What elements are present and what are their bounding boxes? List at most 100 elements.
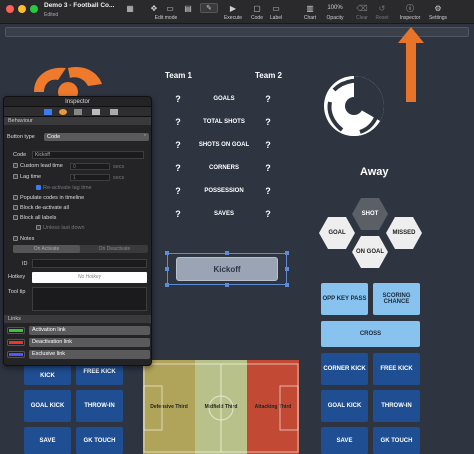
inspector-panel[interactable]: Inspector Behaviour Button type Code Cod…: [3, 96, 152, 366]
resize-handle[interactable]: [285, 267, 289, 271]
on-activate-tab[interactable]: On Activate: [13, 245, 80, 253]
cross-button[interactable]: CROSS: [321, 321, 420, 347]
resize-handle[interactable]: [225, 283, 229, 287]
gear-icon[interactable]: ⚙: [432, 4, 444, 13]
reactivate-lag-checkbox[interactable]: Re-activate lag time: [36, 185, 92, 191]
opacity-label: Opacity: [326, 15, 344, 21]
shot-label: SHOT: [361, 211, 379, 217]
id-label: ID: [22, 261, 28, 267]
id-input[interactable]: [32, 259, 147, 268]
resize-handle[interactable]: [225, 251, 229, 255]
block-deactivate-checkbox[interactable]: Block de-activate all: [13, 205, 69, 211]
label-toolbar-label: Label: [269, 15, 283, 21]
code-name-input[interactable]: Kickoff: [32, 151, 144, 159]
lag-time-checkbox[interactable]: Lag time: [13, 174, 41, 180]
team1-corners-value[interactable]: ?: [173, 163, 183, 173]
tab-grid-icon[interactable]: [74, 109, 82, 115]
stat-shots-on-goal: SHOTS ON GOAL: [198, 142, 250, 148]
resize-handle[interactable]: [285, 251, 289, 255]
chart-icon[interactable]: ▥: [304, 4, 316, 13]
exclusive-link-select[interactable]: Exclusive link: [29, 350, 150, 359]
team2-saves-value[interactable]: ?: [263, 209, 273, 219]
lag-time-input[interactable]: 1: [70, 174, 110, 181]
populate-codes-checkbox[interactable]: Populate codes in timeline: [13, 195, 84, 201]
corner-kick-button[interactable]: CORNER KICK: [321, 353, 368, 385]
code-icon[interactable]: ▢: [251, 4, 263, 13]
resize-handle[interactable]: [165, 283, 169, 287]
move-icon[interactable]: ✥: [148, 4, 160, 13]
tab-appearance-icon[interactable]: [59, 109, 67, 115]
on-deactivate-tab[interactable]: On Deactivate: [81, 245, 148, 253]
left-gk-touch-label: GK TOUCH: [83, 437, 116, 444]
team1-possession-value[interactable]: ?: [173, 186, 183, 196]
pen-tool-button[interactable]: ✎: [200, 3, 218, 13]
corner-kick-label: CORNER KICK: [323, 366, 366, 372]
label-icon[interactable]: ▭: [270, 4, 282, 13]
grid-icon[interactable]: ▦: [124, 4, 136, 13]
unless-last-checkbox[interactable]: Unless last down: [36, 225, 85, 231]
team2-header: Team 2: [255, 71, 282, 80]
kickoff-button[interactable]: Kickoff: [176, 257, 278, 281]
resize-handle[interactable]: [165, 267, 169, 271]
throw-in-button[interactable]: THROW-IN: [373, 390, 420, 422]
checkbox-icon: [13, 163, 18, 169]
team1-goals-value[interactable]: ?: [173, 94, 183, 104]
deactivation-link-select[interactable]: Deactivation link: [29, 338, 150, 347]
zoom-value[interactable]: 100%: [324, 4, 346, 13]
throw-in-label: THROW-IN: [381, 403, 412, 409]
team1-saves-value[interactable]: ?: [173, 209, 183, 219]
deactivation-link-row: Deactivation link: [7, 338, 150, 347]
lead-time-value: 0: [73, 164, 76, 170]
button-type-select[interactable]: Code: [44, 133, 149, 141]
tooltip-input[interactable]: [32, 287, 147, 311]
lead-time-input[interactable]: 0: [70, 163, 110, 170]
block-labels-checkbox[interactable]: Block all labels: [13, 215, 56, 221]
gk-touch-button[interactable]: GK TOUCH: [373, 427, 420, 454]
zoom-window-button[interactable]: [30, 5, 38, 13]
clear-icon[interactable]: ⌫: [356, 4, 368, 13]
team1-shots-on-goal-value[interactable]: ?: [173, 140, 183, 150]
left-save-button[interactable]: SAVE: [24, 427, 71, 454]
notes-checkbox[interactable]: Notes: [13, 236, 34, 242]
scoring-chance-button[interactable]: SCORING CHANCE: [373, 283, 420, 315]
title-bar: Demo 3 - Football Co... Edited ▦ ✥ ▭ ▤ E…: [0, 0, 474, 24]
team2-goals-value[interactable]: ?: [263, 94, 273, 104]
free-kick-button[interactable]: FREE KICK: [373, 353, 420, 385]
tab-behaviour-icon[interactable]: [44, 109, 52, 115]
left-goal-kick-button[interactable]: GOAL KICK: [24, 390, 71, 422]
team2-corners-value[interactable]: ?: [263, 163, 273, 173]
left-free-kick-label: FREE KICK: [83, 369, 116, 375]
opp-key-pass-button[interactable]: OPP KEY PASS: [321, 283, 368, 315]
tab-document-icon[interactable]: [92, 109, 100, 115]
execute-label: Execute: [223, 15, 243, 21]
team2-shots-on-goal-value[interactable]: ?: [263, 140, 273, 150]
goal-kick-button[interactable]: GOAL KICK: [321, 390, 368, 422]
minimize-window-button[interactable]: [18, 5, 26, 13]
layers-icon[interactable]: ▭: [164, 4, 176, 13]
left-gk-touch-button[interactable]: GK TOUCH: [76, 427, 123, 454]
reset-icon[interactable]: ↺: [376, 4, 388, 13]
checkbox-icon: [13, 236, 18, 242]
play-icon[interactable]: ▶: [227, 4, 239, 13]
checkbox-icon: [13, 205, 18, 211]
reactivate-lag-label: Re-activate lag time: [43, 185, 92, 191]
custom-lead-time-checkbox[interactable]: Custom lead time: [13, 163, 63, 169]
stat-corners: CORNERS: [208, 165, 239, 171]
info-icon[interactable]: ⓘ: [404, 4, 416, 13]
block-labels-label: Block all labels: [20, 215, 57, 221]
hotkey-field[interactable]: No Hotkey: [32, 272, 147, 283]
resize-handle[interactable]: [165, 251, 169, 255]
layout-icon[interactable]: ▤: [182, 4, 194, 13]
activation-link-select[interactable]: Activation link: [29, 326, 150, 335]
save-button[interactable]: SAVE: [321, 427, 368, 454]
resize-handle[interactable]: [285, 283, 289, 287]
team2-total-shots-value[interactable]: ?: [263, 117, 273, 127]
team2-possession-value[interactable]: ?: [263, 186, 273, 196]
clear-label: Clear: [356, 15, 368, 21]
team1-total-shots-value[interactable]: ?: [173, 117, 183, 127]
cross-label: CROSS: [359, 331, 382, 337]
tab-rss-icon[interactable]: [110, 109, 118, 115]
edit-mode-label: Edit mode: [154, 15, 178, 21]
close-window-button[interactable]: [6, 5, 14, 13]
left-throw-in-button[interactable]: THROW-IN: [76, 390, 123, 422]
